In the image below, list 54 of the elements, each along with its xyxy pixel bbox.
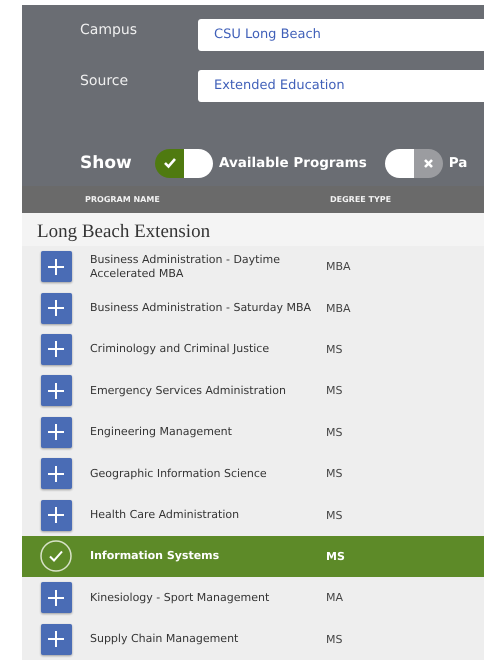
plus-icon [48, 507, 64, 524]
check-circle-icon [40, 540, 72, 572]
add-button[interactable] [40, 292, 72, 324]
add-button[interactable] [40, 582, 72, 614]
degree-type: MS [326, 342, 342, 356]
program-name: Business Administration - Daytime Accelerated MBA [90, 252, 282, 281]
plus-icon [48, 590, 64, 606]
field-label: Campus [79, 21, 138, 38]
degree-type: MS [326, 384, 342, 398]
toggle-switch[interactable] [384, 148, 443, 178]
column-header: PROGRAM NAME [85, 195, 161, 204]
check-icon [162, 157, 176, 169]
degree-type: MBA [326, 260, 351, 274]
program-name: Kinesiology - Sport Management [90, 590, 270, 605]
degree-type: MS [326, 426, 342, 439]
add-button[interactable] [40, 416, 72, 448]
degree-type: MS [326, 508, 342, 522]
add-button[interactable] [40, 375, 72, 406]
program-name: Emergency Services Administration [90, 384, 287, 398]
toggle-switch[interactable] [155, 148, 213, 178]
group-title: Long Beach Extension [22, 213, 484, 246]
add-button[interactable] [40, 251, 72, 282]
select-field[interactable]: CSU Long Beach [198, 19, 484, 51]
program-name: Information Systems [90, 549, 220, 564]
degree-type: MA [326, 591, 344, 604]
degree-type: MBA [326, 302, 351, 315]
degree-type: MS [326, 550, 345, 563]
plus-icon [48, 300, 64, 316]
plus-icon [48, 631, 64, 648]
add-button[interactable] [40, 624, 72, 655]
field-label: Source [79, 72, 130, 89]
program-name: Criminology and Criminal Justice [90, 342, 270, 356]
toggle-label: Available Programs [219, 155, 367, 171]
toggle-label: Pa [448, 155, 468, 171]
plus-icon [48, 466, 64, 482]
program-name: Geographic Information Science [90, 466, 268, 481]
plus-icon [48, 382, 64, 399]
degree-type: MS [326, 467, 342, 480]
program-name: Health Care Administration [90, 508, 240, 522]
plus-icon [48, 341, 64, 358]
program-name: Business Administration - Saturday MBA [90, 301, 312, 316]
plus-icon [48, 258, 64, 275]
add-button[interactable] [40, 334, 72, 365]
program-row[interactable]: Information Systems MS [22, 536, 484, 578]
program-name: Engineering Management [90, 425, 233, 440]
show-label: Show [80, 153, 133, 173]
close-icon [422, 158, 434, 168]
add-button[interactable] [40, 458, 72, 490]
program-name: Supply Chain Management [90, 632, 240, 646]
column-header: DEGREE TYPE [330, 195, 392, 204]
select-field[interactable]: Extended Education [198, 70, 484, 102]
degree-type: MS [326, 632, 342, 646]
plus-icon [48, 424, 64, 440]
add-button[interactable] [40, 500, 72, 531]
